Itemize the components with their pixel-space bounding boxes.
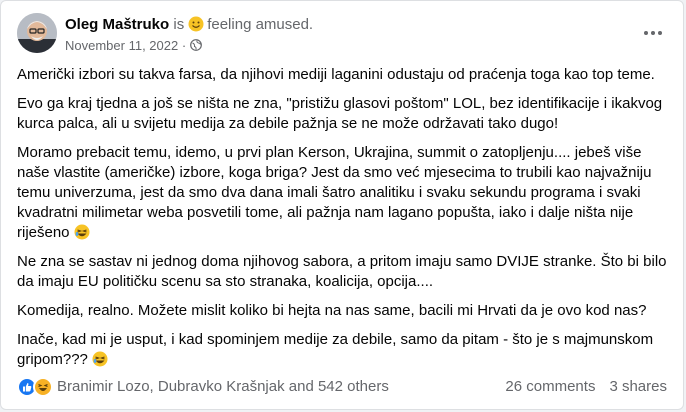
comments-count[interactable]: 26 comments xyxy=(505,375,595,399)
post-paragraph-wrap: Moramo prebacit temu, idemo, u prvi plan… xyxy=(17,143,667,243)
laughing-emoji-icon xyxy=(92,351,108,367)
reactors-text[interactable]: Branimir Lozo, Dubravko Krašnjak and 542… xyxy=(57,375,389,399)
author-line: Oleg Maštruko is feeling amused. xyxy=(65,15,627,35)
post-header: Oleg Maštruko is feeling amused. November… xyxy=(17,13,667,57)
haha-reaction-icon xyxy=(33,377,53,397)
post-stats: 26 comments 3 shares xyxy=(505,375,667,399)
feeling-text: feeling amused. xyxy=(207,16,314,33)
is-text: is xyxy=(173,16,185,33)
post-paragraph: Ne zna se sastav ni jednog doma njihovog… xyxy=(17,253,667,290)
post-subline: November 11, 2022 · xyxy=(65,37,627,55)
post-paragraph: Američki izbori su takva farsa, da njiho… xyxy=(17,66,655,83)
smile-emoji-icon xyxy=(188,16,204,32)
post-paragraph-wrap: Inače, kad mi je usput, i kad spominjem … xyxy=(17,330,667,370)
post-card: Oleg Maštruko is feeling amused. November… xyxy=(0,0,684,410)
laughing-emoji-icon xyxy=(74,224,90,240)
shares-count[interactable]: 3 shares xyxy=(609,375,667,399)
post-date[interactable]: November 11, 2022 xyxy=(65,38,178,53)
post-body: Američki izbori su takva farsa, da njiho… xyxy=(17,65,667,379)
more-options-icon[interactable] xyxy=(639,19,667,47)
globe-icon[interactable] xyxy=(190,38,203,51)
post-paragraph: Moramo prebacit temu, idemo, u prvi plan… xyxy=(17,144,652,241)
post-paragraph: Evo ga kraj tjedna a još se ništa ne zna… xyxy=(17,95,663,132)
post-paragraph: Inače, kad mi je usput, i kad spominjem … xyxy=(17,331,654,368)
separator-dot: · xyxy=(181,38,187,53)
post-paragraph: Komedija, realno. Možete mislit koliko b… xyxy=(17,302,647,319)
post-meta: Oleg Maštruko is feeling amused. November… xyxy=(65,15,627,55)
avatar[interactable] xyxy=(17,13,57,53)
post-footer: Branimir Lozo, Dubravko Krašnjak and 542… xyxy=(17,375,667,401)
author-name[interactable]: Oleg Maštruko xyxy=(65,16,169,33)
reactions-summary[interactable]: Branimir Lozo, Dubravko Krašnjak and 542… xyxy=(17,375,389,399)
